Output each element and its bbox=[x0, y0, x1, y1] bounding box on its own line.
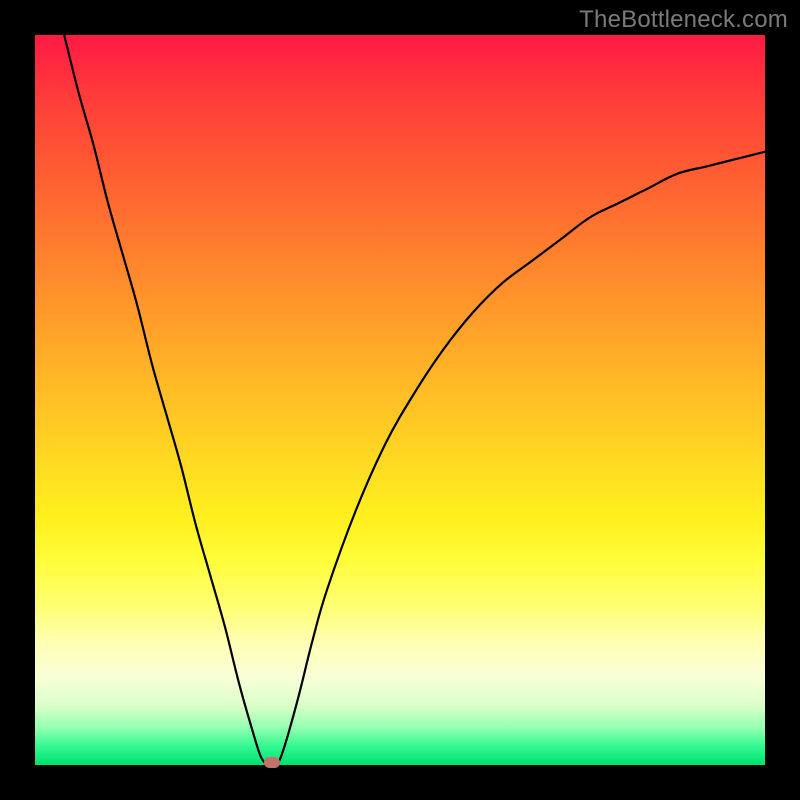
chart-stage: TheBottleneck.com bbox=[0, 0, 800, 800]
curve-path bbox=[64, 35, 765, 765]
minimum-marker bbox=[264, 757, 280, 768]
watermark-text: TheBottleneck.com bbox=[579, 6, 788, 34]
bottleneck-curve bbox=[35, 35, 765, 765]
plot-area bbox=[35, 35, 765, 765]
